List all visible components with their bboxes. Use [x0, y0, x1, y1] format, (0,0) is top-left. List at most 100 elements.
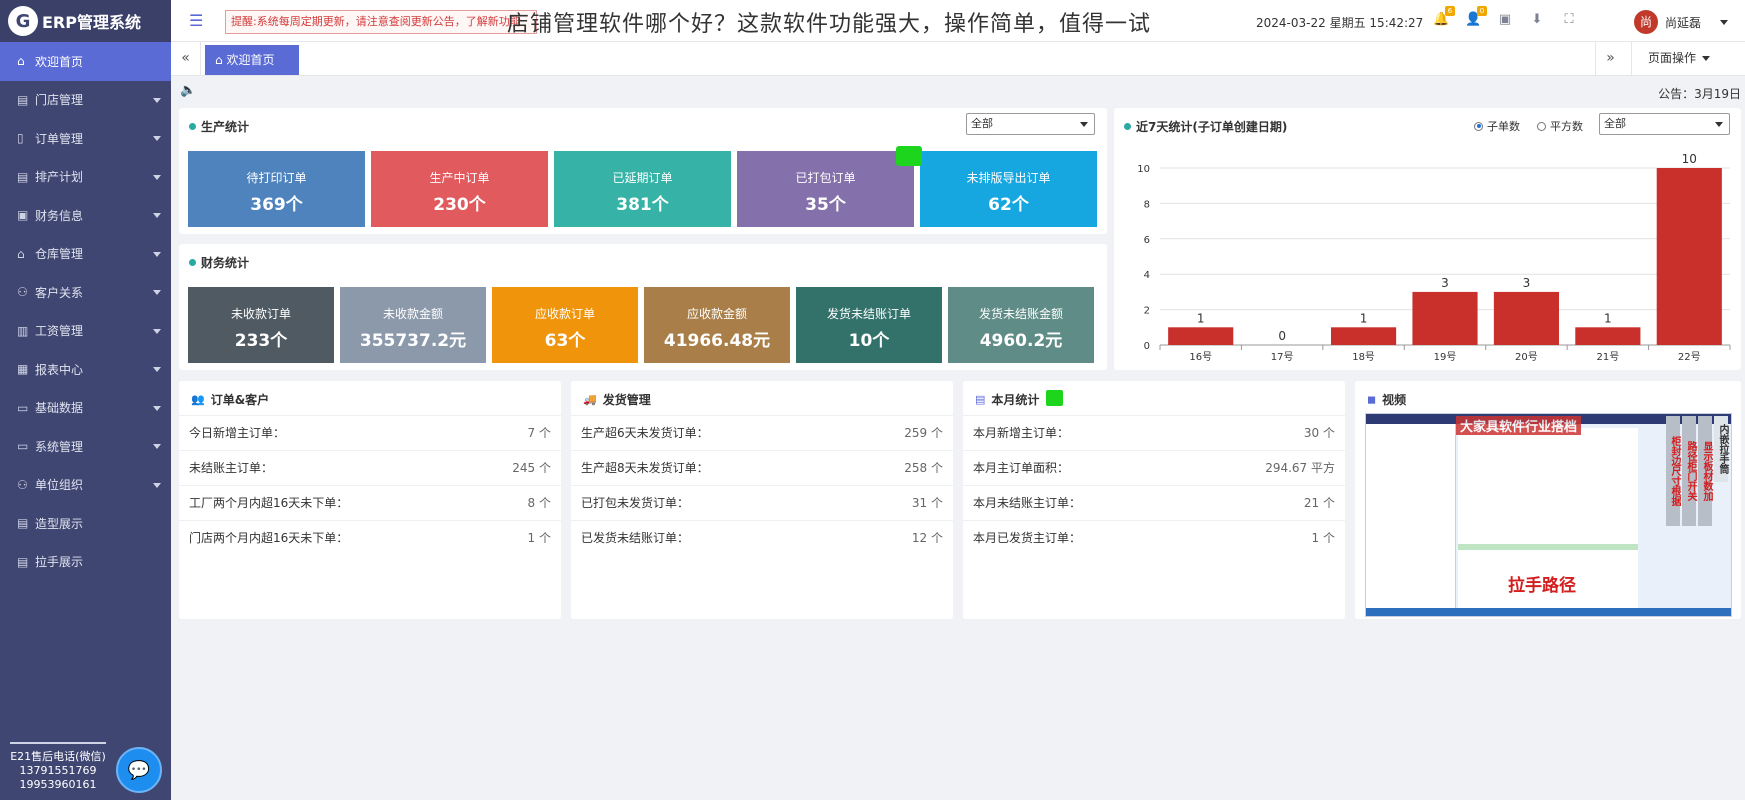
avatar[interactable]: 尚: [1634, 10, 1658, 34]
home-icon: ⌂: [215, 53, 227, 67]
sidebar-item-2[interactable]: ▤ 门店管理: [0, 81, 171, 120]
time-text: 15:42:27: [1369, 16, 1424, 30]
list-item-value: 294.67 平方: [1265, 461, 1335, 475]
sidebar-item-6[interactable]: ⌂ 仓库管理: [0, 235, 171, 274]
warehouse-icon: ⌂: [17, 246, 25, 261]
sidebar-item-1[interactable]: ⌂ 欢迎首页: [0, 42, 171, 81]
list-item-label: 本月已发货主订单：: [973, 531, 1082, 545]
chevron-down-icon: [153, 290, 161, 296]
chevron-down-icon: [1080, 122, 1088, 127]
y-tick-label: 0: [1144, 341, 1150, 352]
sidebar-item-13[interactable]: ▤ 造型展示: [0, 504, 171, 543]
sidebar-item-3[interactable]: ▯ 订单管理: [0, 119, 171, 158]
sidebar-item-4[interactable]: ▤ 排产计划: [0, 158, 171, 197]
tabs-scroll-right-icon[interactable]: »: [1595, 42, 1625, 75]
video-title-text: 视频: [1382, 393, 1407, 407]
sidebar-item-12[interactable]: ⚇ 单位组织: [0, 466, 171, 505]
download-icon[interactable]: ⬇: [1529, 12, 1545, 28]
stat-tile-label: 发货未结账订单: [826, 307, 911, 321]
chevron-down-icon: [153, 367, 161, 373]
chevron-down-icon: [153, 251, 161, 257]
list-item-label: 本月新增主订单：: [973, 426, 1070, 440]
chat-icon[interactable]: 💬: [116, 747, 162, 793]
sidebar-item-11[interactable]: ▭ 系统管理: [0, 427, 171, 466]
user-name[interactable]: 尚延磊: [1665, 14, 1701, 31]
user-icon[interactable]: 👤 0: [1465, 6, 1487, 28]
list-item-label: 工厂两个月内超16天未下单：: [189, 496, 349, 510]
video-thumbnail[interactable]: 大家具软件行业搭档 拉手路径 柜封边尺寸根据 路径柜门开关 显示板材数加 内嵌拉…: [1365, 413, 1732, 617]
chevron-down-icon: [153, 136, 161, 142]
stat-tile[interactable]: 未排版导出订单 62个: [920, 151, 1097, 227]
sidebar-item-9[interactable]: ▦ 报表中心: [0, 350, 171, 389]
list-item[interactable]: 已发货未结账订单： 12 个: [571, 520, 953, 555]
sidebar-item-5[interactable]: ▣ 财务信息: [0, 196, 171, 235]
chevron-down-icon[interactable]: [1720, 20, 1728, 25]
sidebar-item-14[interactable]: ▤ 拉手展示: [0, 543, 171, 582]
stat-tile[interactable]: 发货未结账金额 4960.2元: [948, 287, 1094, 363]
stat-tile-value: 369个: [250, 195, 303, 215]
stat-tile[interactable]: 待打印订单 369个: [188, 151, 365, 227]
clipboard-icon[interactable]: ▣: [1497, 12, 1513, 28]
stat-tile[interactable]: 应收款订单 63个: [492, 287, 638, 363]
sidebar-item-label: 系统管理: [35, 439, 84, 454]
sidebar-item-8[interactable]: ▥ 工资管理: [0, 312, 171, 351]
customer-icon: ⚇: [17, 285, 28, 300]
stat-tile[interactable]: 生产中订单 230个: [371, 151, 548, 227]
sidebar-item-10[interactable]: ▭ 基础数据: [0, 389, 171, 428]
bell-icon[interactable]: 🔔 6: [1433, 6, 1455, 28]
stat-tile[interactable]: 应收款金额 41966.48元: [644, 287, 790, 363]
weekly-chart-panel: 近7天统计(子订单创建日期) 子单数 平方数 全部 0 2 4 6 8 10 1 16号 0 17…: [1114, 108, 1741, 370]
green-marker: [1046, 390, 1063, 406]
sidebar-item-label: 门店管理: [35, 93, 84, 108]
list-item[interactable]: 本月新增主订单： 30 个: [963, 415, 1345, 450]
tab-home[interactable]: ⌂ 欢迎首页: [205, 45, 299, 75]
stat-tile[interactable]: 未收款金额 355737.2元: [340, 287, 486, 363]
list-item-label: 本月未结账主订单：: [973, 496, 1082, 510]
stat-tile-value: 230个: [433, 195, 486, 215]
production-title-text: 生产统计: [201, 120, 250, 134]
salary-icon: ▥: [17, 323, 29, 338]
system-notice[interactable]: 提醒:系统每周定期更新，请注意查阅更新公告，了解新功能: [225, 10, 537, 34]
stat-tile-label: 待打印订单: [246, 171, 307, 185]
app-logo[interactable]: G ERP管理系统: [0, 0, 171, 42]
chart-bar: [1656, 168, 1722, 345]
stat-tile[interactable]: 已打包订单 35个: [737, 151, 914, 227]
tabs-scroll-left-icon[interactable]: «: [171, 42, 201, 75]
shape-icon: ▤: [17, 516, 29, 531]
bar-value-label: 3: [1441, 276, 1449, 290]
sidebar-item-label: 客户关系: [35, 285, 84, 300]
chart-bar: [1412, 291, 1478, 345]
stat-tile[interactable]: 已延期订单 381个: [554, 151, 731, 227]
sidebar-item-label: 单位组织: [35, 478, 84, 493]
list-item[interactable]: 已打包未发货订单： 31 个: [571, 485, 953, 520]
user-badge: 0: [1477, 6, 1487, 16]
stat-tile-value: 62个: [988, 195, 1029, 215]
list-item[interactable]: 生产超8天未发货订单： 258 个: [571, 450, 953, 485]
tab-home-label: 欢迎首页: [226, 53, 275, 67]
list-item-label: 门店两个月内超16天未下单：: [189, 531, 349, 545]
list-item[interactable]: 工厂两个月内超16天未下单： 8 个: [179, 485, 561, 520]
list-item[interactable]: 今日新增主订单： 7 个: [179, 415, 561, 450]
list-item[interactable]: 门店两个月内超16天未下单： 1 个: [179, 520, 561, 555]
stat-tile[interactable]: 发货未结账订单 10个: [796, 287, 942, 363]
list-item[interactable]: 本月主订单面积： 294.67 平方: [963, 450, 1345, 485]
sidebar-item-label: 财务信息: [35, 208, 84, 223]
list-item[interactable]: 生产超6天未发货订单： 259 个: [571, 415, 953, 450]
x-tick-label: 17号: [1271, 351, 1294, 363]
chart-bar: [1168, 327, 1234, 345]
page-operations-menu[interactable]: 页面操作: [1631, 42, 1745, 75]
list-item[interactable]: 本月未结账主订单： 21 个: [963, 485, 1345, 520]
list-item[interactable]: 本月已发货主订单： 1 个: [963, 520, 1345, 555]
list-item-value: 258 个: [904, 461, 943, 475]
list-item-value: 21 个: [1303, 496, 1335, 510]
shipping-panel: 🚚 发货管理 生产超6天未发货订单： 259 个生产超8天未发货订单： 258 个已打…: [571, 381, 953, 619]
stat-tile[interactable]: 未收款订单 233个: [188, 287, 334, 363]
stat-tile-value: 63个: [544, 331, 586, 351]
fullscreen-icon[interactable]: ⛶: [1561, 12, 1577, 28]
menu-toggle-icon[interactable]: ☰: [189, 13, 207, 29]
top-bar: ☰ 提醒:系统每周定期更新，请注意查阅更新公告，了解新功能 店铺管理软件哪个好？…: [171, 0, 1745, 42]
production-filter-select[interactable]: 全部: [966, 113, 1095, 135]
production-filter-value: 全部: [971, 117, 993, 130]
sidebar-item-7[interactable]: ⚇ 客户关系: [0, 273, 171, 312]
list-item[interactable]: 未结账主订单： 245 个: [179, 450, 561, 485]
